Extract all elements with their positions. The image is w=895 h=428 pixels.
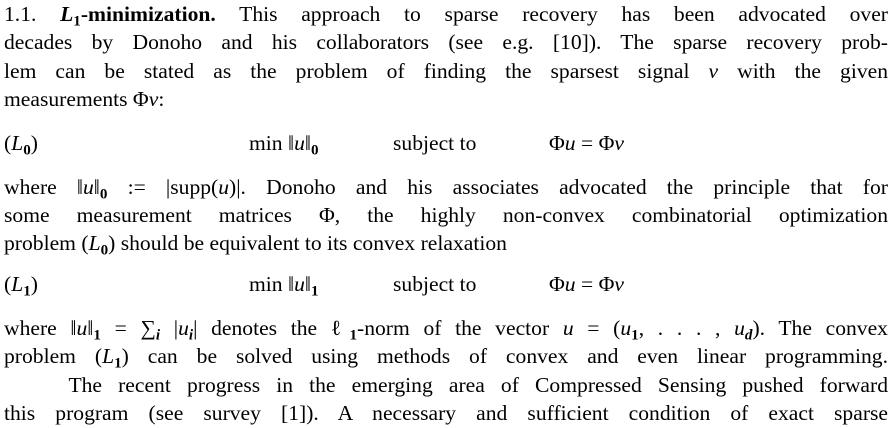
text-run: )|. Donoho and his associates advocated … [229,175,888,199]
text-run: | [160,316,179,340]
text-run: u [564,131,576,155]
subscript: 1 [93,327,101,344]
equation-objective: min ‖u‖1 [249,271,319,305]
text-run: Φ [549,272,565,296]
text-run: ) can be solved using methods of convex … [121,344,888,368]
text-run: v [148,87,159,111]
text-run: min ‖ [249,272,295,296]
text-run: = ( [573,316,621,340]
text-run: -norm of the vector [357,316,563,340]
text-run: with the given [718,59,888,83]
text-run: The recent progress in the emerging area… [4,373,889,397]
text-run: := |supp( [107,175,219,199]
text-run: ) should be equivalent to its convex rel… [108,231,507,255]
text-run: problem ( [4,344,103,368]
text-run: u [82,175,94,199]
subscript: 1 [73,13,81,30]
equation-subject-to: subject to [393,130,476,156]
text-run: u [294,272,305,296]
text-run: where ‖ [4,316,77,340]
subscript: 0 [100,242,109,259]
text-run: decades by Donoho and his collaborators … [4,30,888,54]
text-run: subject to [393,272,477,296]
text-run: Φ [549,131,565,155]
text-line: problem (L0) should be equivalent to its… [4,230,888,264]
text-run: -minimization. [80,2,216,26]
equation-objective: min ‖u‖0 [249,130,319,164]
text-run: This approach to sparse recovery has bee… [215,2,888,26]
text-run: where ‖ [4,175,83,199]
subscript: 0 [23,142,31,159]
text-run: | denotes the ℓ [193,316,350,340]
text-run: v [614,131,624,155]
equation-label: (L0) [4,130,38,164]
text-run: u [218,175,230,199]
equation-label: (L1) [4,271,38,305]
text-line: measurements Φv: [4,86,888,112]
text-run: = Φ [575,272,615,296]
equation-constraint: Φu = Φv [549,271,624,297]
text-run: = Φ [575,131,615,155]
equation-subject-to: subject to [393,271,476,297]
text-run: min ‖ [249,131,295,155]
text-run: u [178,316,189,340]
text-run: L [102,344,115,368]
text-run: u [76,316,88,340]
subscript: 1 [310,283,319,300]
text-line: some measurement matrices Φ, the highly … [4,202,888,228]
text-run: some measurement matrices Φ, the highly … [4,203,888,227]
text-line: this program (see survey [1]). A necessa… [4,400,888,426]
text-line: The recent progress in the emerging area… [4,372,888,398]
text-run: subject to [393,131,477,155]
text-run: : [158,87,165,111]
text-run: measurements Φ [4,87,149,111]
text-run: u [564,272,576,296]
text-run: L [88,231,101,255]
text-run: u [734,316,745,340]
text-run: L [11,272,24,296]
text-run: u [620,316,632,340]
subscript: 1 [114,355,122,372]
text-run: = ∑ [100,316,156,340]
text-run: v [708,59,719,83]
text-run: lem can be stated as the problem of find… [4,59,709,83]
subscript: 1 [23,283,31,300]
text-run: problem ( [4,231,89,255]
text-run: L [60,2,74,26]
subscript: 1 [631,327,639,344]
text-run: L [11,131,24,155]
text-run: this program (see survey [1]). A necessa… [4,401,888,425]
text-run: v [614,272,624,296]
text-run: ). The convex [752,316,888,340]
text-run: u [562,316,574,340]
subscript: 0 [310,142,319,159]
text-run: 1.1. [4,2,61,26]
text-run: ) [30,131,38,155]
text-run: , . . . , [638,316,735,340]
equation-constraint: Φu = Φv [549,130,624,156]
text-line: decades by Donoho and his collaborators … [4,29,888,55]
subscript: 1 [349,327,357,344]
text-run: u [294,131,305,155]
text-line: lem can be stated as the problem of find… [4,58,888,84]
text-run: ) [30,272,38,296]
